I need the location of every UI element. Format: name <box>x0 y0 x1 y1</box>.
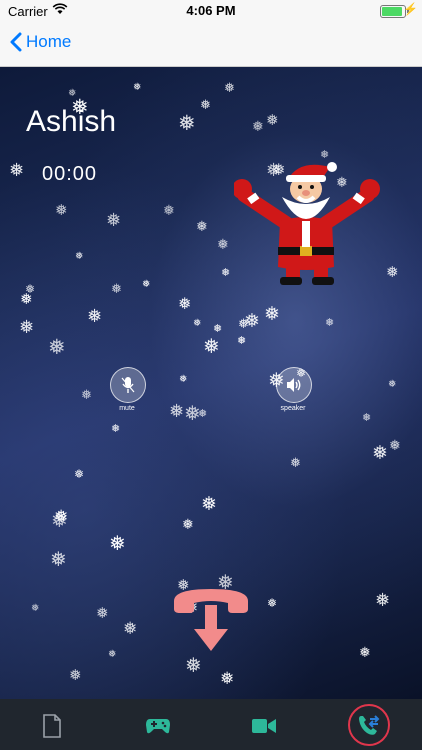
tab-documents[interactable] <box>42 713 62 744</box>
snowflake-icon: ❅ <box>375 590 391 610</box>
tab-call-transfer[interactable] <box>348 704 390 746</box>
snowflake-icon: ❅ <box>54 507 69 526</box>
snowflake-icon: ❅ <box>108 649 117 660</box>
snowflake-icon: ❅ <box>178 296 192 313</box>
snowflake-icon: ❅ <box>362 412 372 424</box>
snowflake-icon: ❅ <box>109 533 126 555</box>
speaker-icon <box>287 378 301 392</box>
speaker-button[interactable] <box>276 367 312 403</box>
snowflake-icon: ❅ <box>325 317 335 329</box>
snowflake-icon: ❅ <box>50 549 67 571</box>
snowflake-icon: ❅ <box>48 336 66 359</box>
video-icon <box>252 719 276 733</box>
chevron-left-icon <box>10 32 22 52</box>
snowflake-icon: ❅ <box>213 323 223 335</box>
snowflake-icon: ❅ <box>200 97 211 112</box>
snowflake-icon: ❅ <box>69 667 82 684</box>
microphone-icon <box>121 377 135 393</box>
snowflake-icon: ❅ <box>163 202 175 218</box>
snowflake-icon: ❅ <box>182 516 194 532</box>
snowflake-icon: ❅ <box>386 264 399 281</box>
charging-icon: ⚡ <box>403 2 418 16</box>
snowflake-icon: ❅ <box>9 160 25 180</box>
tab-games[interactable] <box>146 717 170 740</box>
snowflake-icon: ❅ <box>359 644 371 660</box>
snowflake-icon: ❅ <box>267 596 278 610</box>
back-label: Home <box>26 32 72 51</box>
mute-button[interactable] <box>110 367 146 403</box>
navigation-bar: Home <box>0 22 422 67</box>
tab-bar <box>0 699 422 750</box>
snowflake-icon: ❅ <box>266 112 279 129</box>
tab-video[interactable] <box>252 718 276 739</box>
snowflake-icon: ❅ <box>111 423 121 435</box>
snowflake-icon: ❅ <box>388 379 397 390</box>
gamepad-icon <box>146 719 170 734</box>
snowflake-icon: ❅ <box>178 112 196 135</box>
snowflake-icon: ❅ <box>19 317 35 337</box>
snowflake-icon: ❅ <box>389 437 401 453</box>
snowflake-icon: ❅ <box>123 619 138 638</box>
snowflake-icon: ❅ <box>201 494 217 515</box>
snowflake-icon: ❅ <box>264 304 280 325</box>
snowflake-icon: ❅ <box>290 455 301 470</box>
snowflake-icon: ❅ <box>196 218 208 234</box>
snowflake-icon: ❅ <box>55 202 68 219</box>
snowflake-icon: ❅ <box>81 387 92 402</box>
back-button[interactable]: Home <box>10 32 71 52</box>
speaker-label: speaker <box>280 405 306 412</box>
santa-image <box>234 162 380 285</box>
snowflake-icon: ❅ <box>87 306 103 326</box>
end-call-icon <box>174 589 248 651</box>
snowflake-icon: ❅ <box>221 267 231 279</box>
snowflake-icon: ❅ <box>111 281 122 296</box>
snowflake-icon: ❅ <box>20 291 33 308</box>
snowflake-icon: ❅ <box>74 467 85 481</box>
snowflake-icon: ❅ <box>244 311 260 332</box>
snowflake-icon: ❅ <box>68 88 77 99</box>
snowflake-icon: ❅ <box>96 605 109 622</box>
snowflake-icon: ❅ <box>142 279 151 290</box>
snowflake-icon: ❅ <box>252 118 264 134</box>
snowflake-icon: ❅ <box>203 336 220 358</box>
clock: 4:06 PM <box>186 3 236 18</box>
snowflake-icon: ❅ <box>184 403 201 425</box>
call-timer: 00:00 <box>42 163 98 185</box>
snowflake-icon: ❅ <box>169 401 185 421</box>
snowflake-icon: ❅ <box>133 82 142 93</box>
call-screen: ❅ ❅ ❅ ❅ ❅ ❅ ❅ ❅ ❅ ❅ ❅ ❅ ❅ ❅ ❅ ❅ ❅ ❅ ❅ ❅ ❅ ❅ ❅ ❅ ❅ ❅ ❅ ❅ ❅ ❅ ❅ ❅ ❅ ❅ ❅ ❅ ❅ ❅ ❅ ❅… <box>0 67 422 699</box>
snowflake-icon: ❅ <box>193 318 202 329</box>
snowflake-icon: ❅ <box>372 443 388 464</box>
snowflake-icon: ❅ <box>237 335 247 347</box>
document-icon <box>43 714 61 738</box>
caller-name: Ashish <box>26 105 117 138</box>
hang-up-button[interactable] <box>166 585 256 655</box>
snowflake-icon: ❅ <box>179 374 188 385</box>
status-bar: Carrier 4:06 PM ⚡ <box>0 0 422 22</box>
snowflake-icon: ❅ <box>217 236 229 252</box>
snowflake-icon: ❅ <box>75 251 84 262</box>
call-transfer-icon <box>359 715 380 735</box>
snowflake-icon: ❅ <box>224 80 235 95</box>
snowflake-icon: ❅ <box>185 655 202 677</box>
snowflake-icon: ❅ <box>106 210 122 230</box>
snowflake-icon: ❅ <box>31 603 40 614</box>
snowflake-icon: ❅ <box>220 669 235 688</box>
mute-label: mute <box>119 405 135 412</box>
